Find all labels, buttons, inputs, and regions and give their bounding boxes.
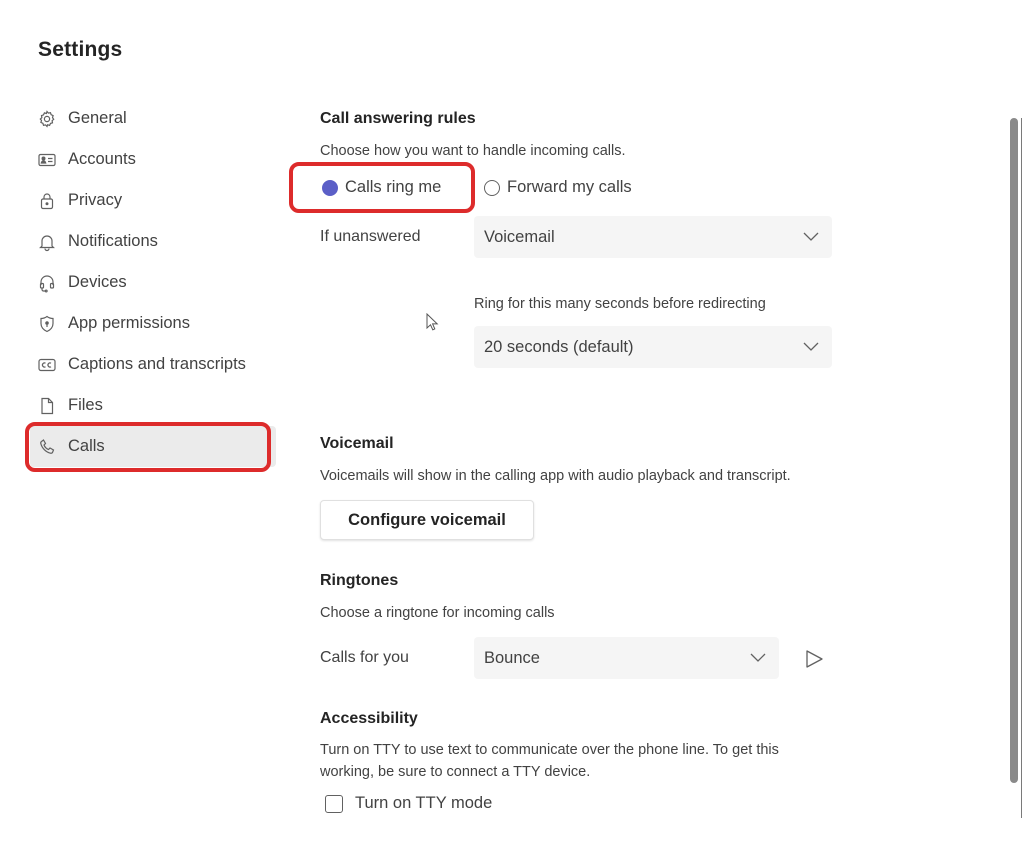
sidebar-item-label: Calls xyxy=(68,437,105,455)
sidebar-item-privacy[interactable]: Privacy xyxy=(30,180,276,221)
ring-duration-label: Ring for this many seconds before redire… xyxy=(474,296,766,312)
sidebar-item-files[interactable]: Files xyxy=(30,385,276,426)
sidebar-item-calls[interactable]: Calls xyxy=(30,426,276,467)
sidebar-item-accounts[interactable]: Accounts xyxy=(30,139,276,180)
shield-icon xyxy=(36,313,58,335)
tty-mode-checkbox[interactable]: Turn on TTY mode xyxy=(325,794,492,813)
ringtones-heading: Ringtones xyxy=(320,572,399,589)
radio-label: Calls ring me xyxy=(345,178,442,196)
call-answering-description: Choose how you want to handle incoming c… xyxy=(320,143,626,159)
sidebar-item-captions-and-transcripts[interactable]: Captions and transcripts xyxy=(30,344,276,385)
radio-calls-ring-me[interactable]: Calls ring me xyxy=(322,178,441,197)
radio-unselected-indicator[interactable] xyxy=(484,179,500,196)
headset-icon xyxy=(36,272,58,294)
sidebar-item-app-permissions[interactable]: App permissions xyxy=(30,303,276,344)
sidebar-item-label: Captions and transcripts xyxy=(68,355,246,373)
dropdown-value: 20 seconds (default) xyxy=(484,337,634,356)
sidebar-item-label: Files xyxy=(68,396,103,414)
sidebar-item-notifications[interactable]: Notifications xyxy=(30,221,276,262)
ringtones-description: Choose a ringtone for incoming calls xyxy=(320,605,555,621)
phone-icon xyxy=(36,436,58,458)
id-card-icon xyxy=(36,149,58,171)
if-unanswered-label: If unanswered xyxy=(320,228,421,245)
page-title: Settings xyxy=(38,38,123,61)
dropdown-value: Bounce xyxy=(484,648,540,667)
sidebar-item-label: Privacy xyxy=(68,191,123,209)
chevron-down-icon xyxy=(803,232,819,241)
file-icon xyxy=(36,395,58,417)
accessibility-description-line2: working, be sure to connect a TTY device… xyxy=(320,764,591,780)
sidebar-item-label: General xyxy=(68,109,127,127)
radio-selected-indicator[interactable] xyxy=(322,179,338,196)
call-answering-heading: Call answering rules xyxy=(320,110,476,127)
chevron-down-icon xyxy=(803,342,819,351)
accessibility-heading: Accessibility xyxy=(320,710,418,727)
ringtone-dropdown[interactable]: Bounce xyxy=(474,637,779,679)
configure-voicemail-button[interactable]: Configure voicemail xyxy=(320,500,534,540)
checkbox-box[interactable] xyxy=(325,794,343,813)
accessibility-description-line1: Turn on TTY to use text to communicate o… xyxy=(320,742,779,758)
checkbox-label: Turn on TTY mode xyxy=(355,794,493,812)
sidebar-item-general[interactable]: General xyxy=(30,98,276,139)
calls-for-you-label: Calls for you xyxy=(320,649,409,666)
bell-icon xyxy=(36,231,58,253)
calls-settings-panel: Call answering rules Choose how you want… xyxy=(320,0,980,845)
mouse-cursor-icon xyxy=(426,313,439,331)
window-border xyxy=(1021,118,1022,818)
ring-duration-dropdown[interactable]: 20 seconds (default) xyxy=(474,326,832,368)
radio-forward-my-calls[interactable]: Forward my calls xyxy=(484,178,632,197)
if-unanswered-dropdown[interactable]: Voicemail xyxy=(474,216,832,258)
dropdown-value: Voicemail xyxy=(484,227,555,246)
radio-label: Forward my calls xyxy=(507,178,632,196)
sidebar-item-label: Notifications xyxy=(68,232,158,250)
sidebar-item-label: Accounts xyxy=(68,150,136,168)
sidebar-item-label: App permissions xyxy=(68,314,190,332)
cc-icon xyxy=(36,354,58,376)
sidebar-item-devices[interactable]: Devices xyxy=(30,262,276,303)
chevron-down-icon xyxy=(750,653,766,662)
sidebar-item-label: Devices xyxy=(68,273,127,291)
scrollbar[interactable] xyxy=(1010,118,1018,783)
play-ringtone-icon[interactable] xyxy=(803,648,825,670)
lock-icon xyxy=(36,190,58,212)
voicemail-description: Voicemails will show in the calling app … xyxy=(320,468,791,484)
gear-icon xyxy=(36,108,58,130)
settings-sidebar: General Accounts Privacy Notifications D… xyxy=(30,98,276,467)
voicemail-heading: Voicemail xyxy=(320,435,394,452)
